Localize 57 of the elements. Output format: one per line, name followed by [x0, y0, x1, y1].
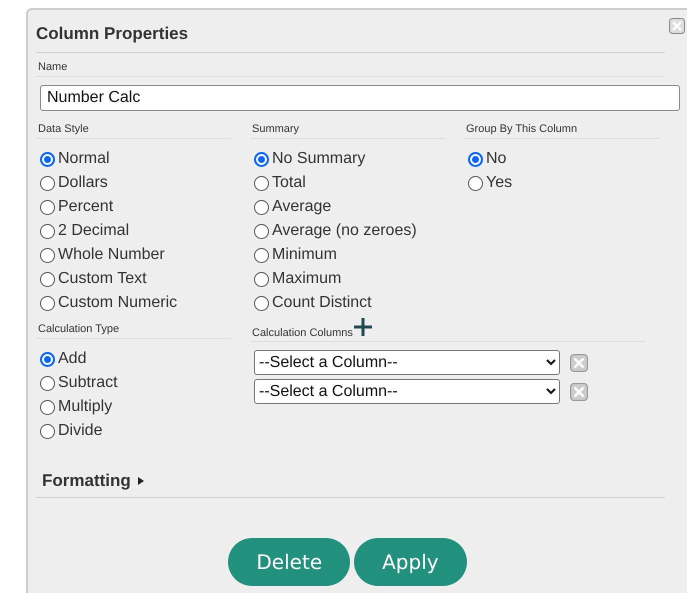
- option-label: Custom Numeric: [58, 294, 178, 312]
- radio-button[interactable]: [40, 248, 55, 262]
- radio-button[interactable]: [40, 272, 55, 286]
- option-label: Maximum: [272, 270, 342, 288]
- radio-button[interactable]: [254, 272, 269, 286]
- option-label: Whole Number: [58, 246, 165, 264]
- option-label: Yes: [486, 174, 512, 192]
- option-label: Total: [272, 174, 306, 192]
- radio-button[interactable]: [254, 248, 269, 262]
- remove-icon[interactable]: [570, 354, 588, 372]
- option-label: Average (no zeroes): [272, 222, 417, 240]
- section-label: Data Style: [37, 122, 89, 137]
- radio-button[interactable]: [40, 176, 55, 190]
- action-button[interactable]: Apply: [354, 538, 467, 586]
- remove-icon[interactable]: [570, 382, 588, 400]
- name-field[interactable]: Number Calc: [40, 85, 680, 111]
- option-label: Add: [58, 350, 86, 368]
- radio-button[interactable]: [254, 224, 269, 238]
- section-label: Group By This Column: [465, 122, 578, 137]
- radio-button[interactable]: [254, 296, 269, 310]
- formatting-toggle[interactable]: Formatting: [36, 463, 145, 497]
- option-label: 2 Decimal: [58, 222, 130, 240]
- radio-button[interactable]: [254, 152, 269, 166]
- radio-button[interactable]: [40, 376, 55, 390]
- radio-button[interactable]: [40, 152, 55, 166]
- radio-button[interactable]: [40, 424, 55, 438]
- option-label: Dollars: [58, 174, 108, 192]
- option-label: Minimum: [272, 246, 337, 264]
- option-label: No Summary: [272, 150, 366, 168]
- column-select[interactable]: --Select a Column--: [254, 379, 560, 404]
- option-label: Count Distinct: [272, 294, 372, 312]
- radio-button[interactable]: [468, 176, 483, 190]
- section-label: Summary: [251, 122, 300, 137]
- field-label: Name: [37, 60, 68, 75]
- option-label: Subtract: [58, 374, 118, 392]
- plus-icon[interactable]: [352, 317, 373, 337]
- option-label: Divide: [58, 422, 102, 440]
- column-select[interactable]: --Select a Column--: [254, 350, 560, 375]
- option-label: Percent: [58, 198, 114, 216]
- radio-button[interactable]: [40, 296, 55, 310]
- panel-title: Column Properties: [36, 23, 188, 45]
- section-label: Calculation Columns: [251, 326, 353, 341]
- radio-button[interactable]: [40, 224, 55, 238]
- radio-button[interactable]: [40, 400, 55, 414]
- radio-button[interactable]: [40, 352, 55, 366]
- radio-button[interactable]: [254, 200, 269, 214]
- option-label: Average: [272, 198, 332, 216]
- close-icon[interactable]: [669, 18, 685, 34]
- option-label: Custom Text: [58, 270, 147, 288]
- radio-button[interactable]: [40, 200, 55, 214]
- radio-button[interactable]: [468, 152, 483, 166]
- radio-button[interactable]: [254, 176, 269, 190]
- option-label: Multiply: [58, 398, 112, 416]
- option-label: No: [486, 150, 506, 168]
- action-button[interactable]: Delete: [228, 538, 350, 586]
- section-label: Calculation Type: [37, 322, 120, 337]
- option-label: Normal: [58, 150, 110, 168]
